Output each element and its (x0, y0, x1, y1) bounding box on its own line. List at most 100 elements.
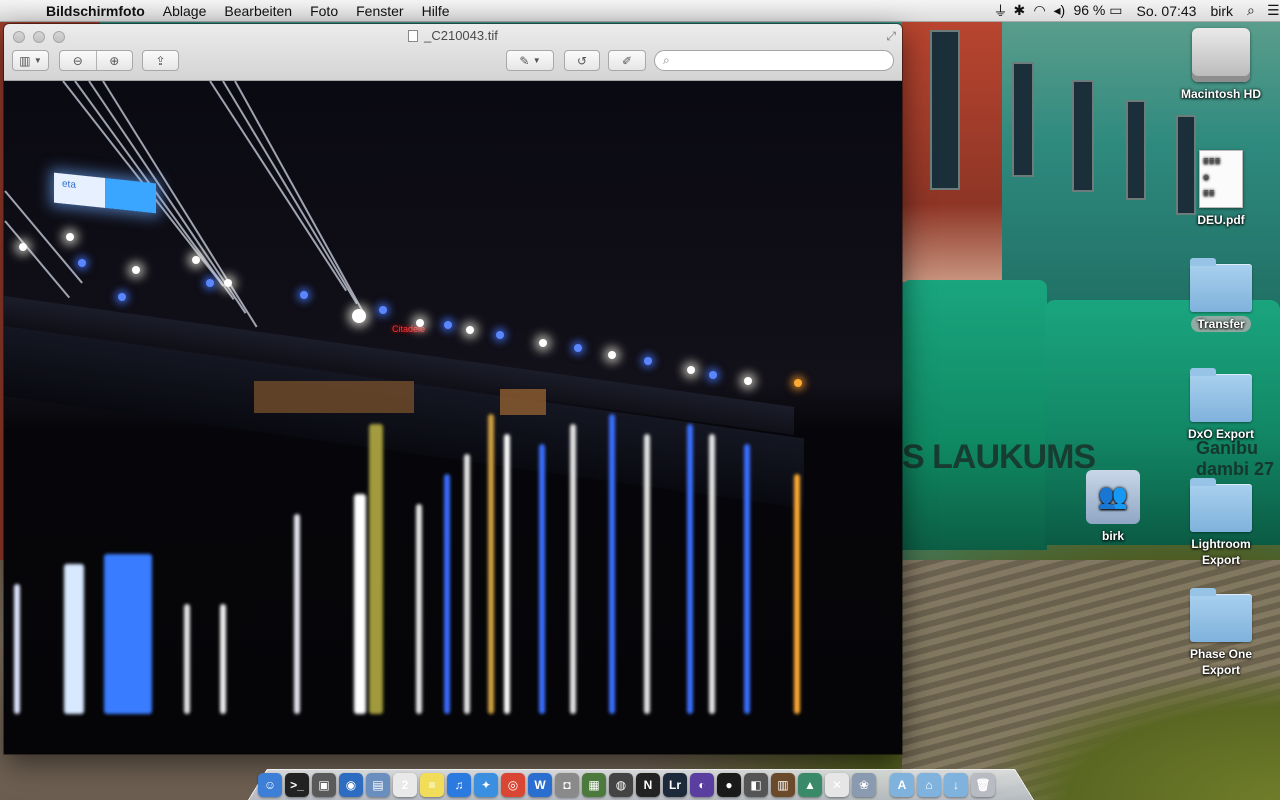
menu-app-name[interactable]: Bildschirmfoto (40, 3, 154, 19)
clock[interactable]: So. 07:43 (1130, 3, 1204, 19)
menu-hilfe[interactable]: Hilfe (413, 3, 459, 19)
safari-icon[interactable]: ✦ (474, 773, 498, 797)
water-reflection (184, 604, 190, 714)
lightroom-icon[interactable]: Lr (663, 773, 687, 797)
notes-icon[interactable]: ≡ (420, 773, 444, 797)
water-reflection (709, 434, 715, 714)
wallpaper-window (1012, 62, 1034, 177)
browser-icon[interactable]: ◉ (339, 773, 363, 797)
desktop-icon-label: DxO Export (1187, 427, 1254, 441)
zoom-in-icon[interactable]: ⊕ (97, 54, 133, 68)
water-reflection (354, 494, 366, 714)
desktop-icon-lightroom-export[interactable]: Lightroom Export (1176, 478, 1266, 568)
usb-drive-icon[interactable]: ⏚ (986, 1, 1007, 21)
iphoto-icon[interactable]: ❀ (852, 773, 876, 797)
street-lamp (78, 259, 86, 267)
downloads-folder-icon[interactable]: ↓ (944, 773, 968, 797)
home-folder-icon[interactable]: ⌂ (917, 773, 941, 797)
edit-icon: ✐ (621, 53, 633, 68)
rotate-button[interactable]: ↺ (564, 50, 600, 71)
water-reflection (744, 444, 750, 714)
menu-bearbeiten[interactable]: Bearbeiten (215, 3, 301, 19)
photo-canvas[interactable]: eta Citadele (4, 81, 902, 754)
street-lamp (644, 357, 652, 365)
water-reflection (794, 474, 800, 714)
water-reflection (416, 504, 422, 714)
document-icon[interactable] (408, 30, 419, 42)
bridge-cable (234, 81, 366, 316)
photo-app-icon[interactable]: ▦ (582, 773, 606, 797)
desktop-icon-macintosh-hd[interactable]: Macintosh HD (1176, 28, 1266, 102)
home-folder-icon: 👥 (1086, 470, 1140, 524)
menu-bar: Bildschirmfoto Ablage Bearbeiten Foto Fe… (0, 0, 1280, 22)
dxo-icon[interactable]: ● (717, 773, 741, 797)
applications-folder-icon[interactable]: A (890, 773, 914, 797)
battery-icon: ▭ (1109, 2, 1123, 18)
share-button[interactable]: ⇪ (142, 50, 179, 71)
dock: ☺ >_ ▣ ◉ ▤ 2 ≡ ♫ ✦ ◎ W ◘ ▦ ◍ N Lr ◐ ● ◧ ▥ ▲ ✕ ❀ A ⌂ ↓ 🗑 (258, 765, 995, 797)
trash-icon[interactable]: 🗑 (971, 773, 995, 797)
itunes-icon[interactable]: ♫ (447, 773, 471, 797)
wifi-icon[interactable]: ◠ (1026, 2, 1046, 19)
wallpaper-window (1126, 100, 1146, 200)
desktop-icon-dxo-export[interactable]: DxO Export (1176, 368, 1266, 442)
desktop-icon-label: DEU.pdf (1197, 213, 1245, 227)
capture-one-icon[interactable]: ◐ (690, 773, 714, 797)
edit-toolbar-button[interactable]: ✐ (608, 50, 646, 71)
water-reflection (644, 434, 650, 714)
pdf-document-icon: ≣≣≣ ◉ ≣≣ (1199, 150, 1243, 208)
desktop-icon-transfer[interactable]: Transfer (1176, 258, 1266, 332)
user-name[interactable]: birk (1203, 3, 1240, 19)
street-lamp (687, 366, 695, 374)
street-lamp (794, 379, 802, 387)
street-lamp (352, 309, 366, 323)
spotlight-search-icon[interactable]: ⌕ (1240, 2, 1260, 19)
search-field[interactable]: ⌕ (654, 50, 894, 71)
preview-icon[interactable]: ▤ (366, 773, 390, 797)
street-lamp (416, 319, 424, 327)
wallpaper-grass (980, 670, 1280, 800)
window-title: _C210043.tif (4, 28, 902, 43)
water-reflection (488, 414, 494, 714)
water-reflection (14, 584, 20, 714)
word-icon[interactable]: W (528, 773, 552, 797)
nikon-icon[interactable]: N (636, 773, 660, 797)
fullscreen-icon[interactable]: ⤢ (886, 29, 896, 44)
chrome-icon[interactable]: ◎ (501, 773, 525, 797)
sidebar-view-button[interactable]: ▥ ▼ (12, 50, 49, 71)
landscape-icon[interactable]: ▲ (798, 773, 822, 797)
volume-icon[interactable]: ◂) (1046, 2, 1066, 19)
finder-icon[interactable]: ☺ (258, 773, 282, 797)
water-reflection (609, 414, 615, 714)
aperture-icon[interactable]: ◍ (609, 773, 633, 797)
battery-status[interactable]: 96 % ▭ (1066, 2, 1129, 19)
terminal-icon[interactable]: >_ (285, 773, 309, 797)
water-reflection (504, 434, 510, 714)
pen-icon: ✎ (519, 53, 530, 68)
water-reflection (369, 424, 383, 714)
desktop-icon-birk[interactable]: 👥 birk (1068, 470, 1158, 544)
desktop-icon-phase-one-export[interactable]: Phase One Export (1176, 588, 1266, 678)
bluetooth-icon[interactable]: ✱ (1006, 2, 1026, 19)
hdr-icon[interactable]: ◧ (744, 773, 768, 797)
image-tool-icon[interactable]: ✕ (825, 773, 849, 797)
search-input[interactable] (673, 53, 893, 68)
share-icon: ⇪ (155, 53, 166, 68)
menu-fenster[interactable]: Fenster (347, 3, 412, 19)
notification-center-icon[interactable]: ☰ (1260, 2, 1280, 19)
water-reflection (444, 474, 450, 714)
street-lamp (132, 266, 140, 274)
camera-icon[interactable]: ◘ (555, 773, 579, 797)
chevron-down-icon: ▼ (33, 56, 42, 65)
menu-foto[interactable]: Foto (301, 3, 347, 19)
zoom-out-icon[interactable]: ⊖ (60, 54, 96, 68)
annotate-button[interactable]: ✎ ▼ (506, 50, 554, 71)
folder-icon (1190, 478, 1252, 532)
street-lamp (300, 291, 308, 299)
zoom-button-group: ⊖ ⊕ (59, 50, 133, 71)
photo-booth-icon[interactable]: ▣ (312, 773, 336, 797)
desktop-icon-deu-pdf[interactable]: ≣≣≣ ◉ ≣≣ DEU.pdf (1176, 150, 1266, 228)
calendar-icon[interactable]: 2 (393, 773, 417, 797)
menu-ablage[interactable]: Ablage (154, 3, 216, 19)
filmstrip-icon[interactable]: ▥ (771, 773, 795, 797)
